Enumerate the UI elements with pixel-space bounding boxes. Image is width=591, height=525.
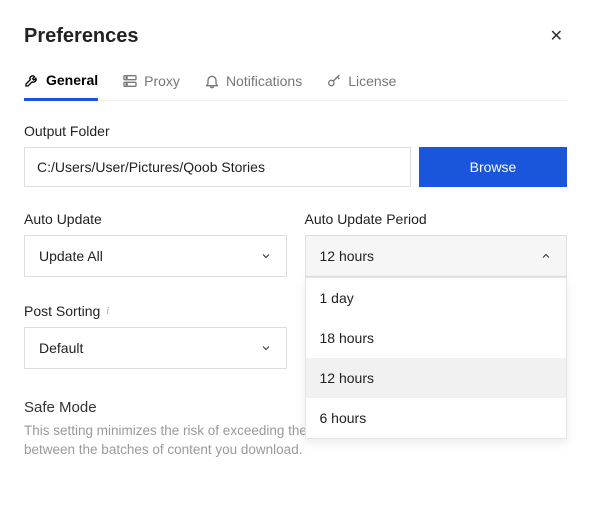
chevron-down-icon (260, 250, 272, 262)
tab-label: General (46, 72, 98, 88)
page-title: Preferences (24, 25, 139, 48)
select-value: Update All (39, 248, 103, 264)
key-icon (326, 73, 342, 89)
tab-notifications[interactable]: Notifications (204, 72, 302, 100)
dropdown-option[interactable]: 1 day (306, 278, 567, 318)
auto-update-select[interactable]: Update All (24, 235, 287, 277)
close-button[interactable]: ✕ (546, 22, 567, 50)
select-value: 12 hours (320, 248, 374, 264)
server-icon (122, 73, 138, 89)
dropdown-option[interactable]: 12 hours (306, 358, 567, 398)
tab-label: License (348, 73, 396, 89)
dropdown-option[interactable]: 6 hours (306, 398, 567, 438)
auto-update-label: Auto Update (24, 211, 287, 227)
tab-label: Proxy (144, 73, 180, 89)
tab-bar: General Proxy Notifications License (24, 72, 567, 101)
chevron-down-icon (260, 342, 272, 354)
select-value: Default (39, 340, 83, 356)
tab-license[interactable]: License (326, 72, 396, 100)
tab-proxy[interactable]: Proxy (122, 72, 180, 100)
browse-button[interactable]: Browse (419, 147, 567, 187)
bell-icon (204, 73, 220, 89)
wrench-icon (24, 72, 40, 88)
post-sorting-select[interactable]: Default (24, 327, 287, 369)
tab-label: Notifications (226, 73, 302, 89)
output-folder-input[interactable] (24, 147, 411, 187)
auto-update-period-dropdown: 1 day 18 hours 12 hours 6 hours (305, 277, 568, 439)
chevron-up-icon (540, 250, 552, 262)
auto-update-period-label: Auto Update Period (305, 211, 568, 227)
auto-update-period-select[interactable]: 12 hours (305, 235, 568, 277)
tab-general[interactable]: General (24, 72, 98, 101)
output-folder-label: Output Folder (24, 123, 567, 139)
dropdown-option[interactable]: 18 hours (306, 318, 567, 358)
post-sorting-label-text: Post Sorting (24, 303, 100, 319)
info-icon[interactable]: i (106, 305, 109, 317)
post-sorting-label: Post Sorting i (24, 303, 287, 319)
close-icon: ✕ (550, 28, 563, 45)
